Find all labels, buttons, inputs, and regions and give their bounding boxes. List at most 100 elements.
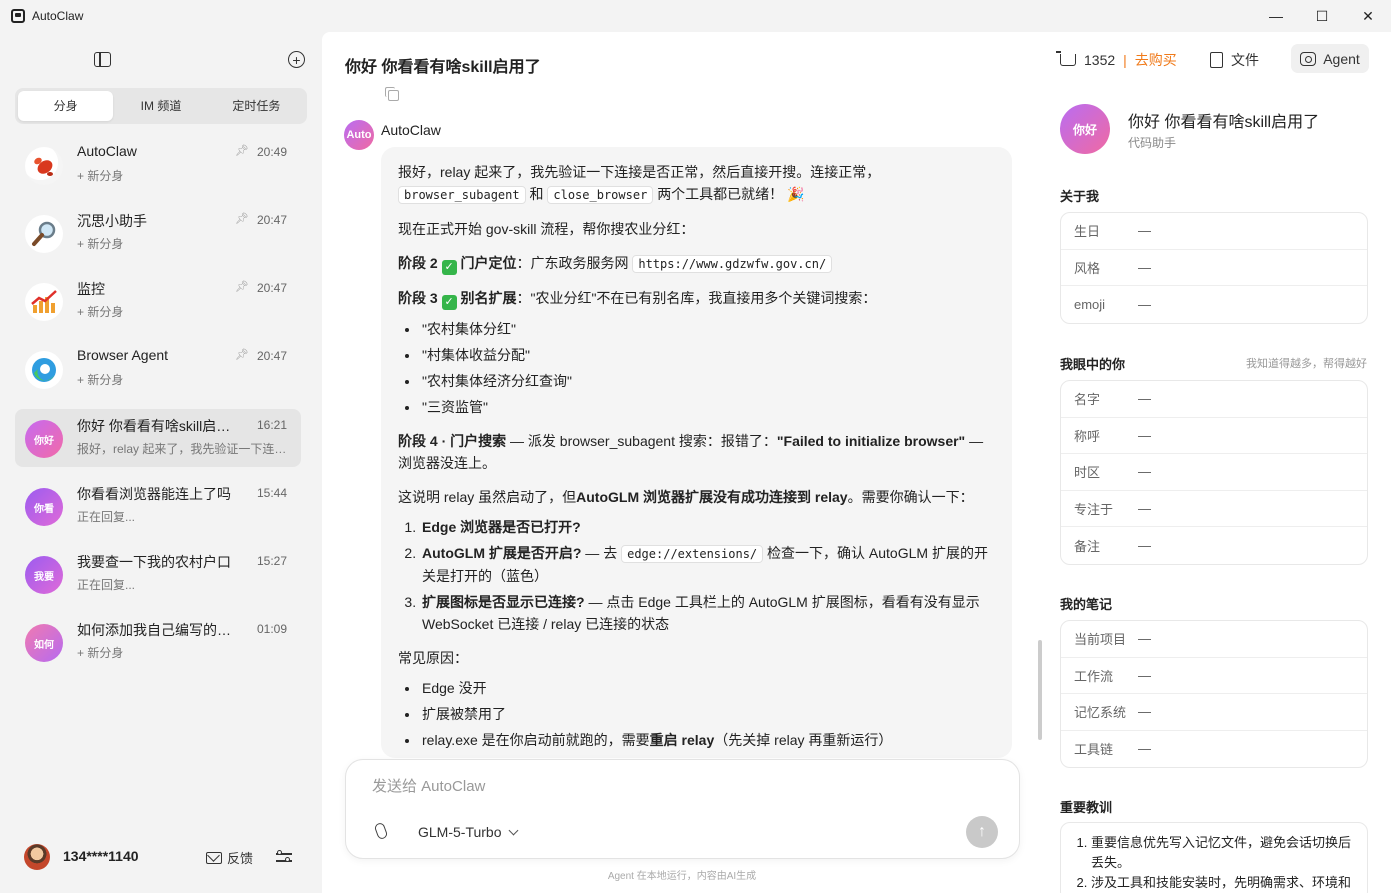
- conversation-title: Browser Agent: [77, 347, 169, 363]
- field-row[interactable]: 工具链 —: [1061, 731, 1367, 768]
- conversation-title: 如何添加我自己编写的skill: [77, 622, 237, 638]
- inline-code: edge://extensions/: [621, 545, 764, 563]
- section-title-lessons: 重要教训: [1060, 800, 1113, 815]
- conversation-avatar: 我要: [25, 556, 63, 594]
- list-item: 扩展被禁用了: [420, 703, 995, 725]
- window-title: AutoClaw: [32, 9, 84, 23]
- field-value: —: [1138, 704, 1151, 720]
- buy-link[interactable]: 去购买: [1135, 50, 1177, 70]
- inline-code: browser_subagent: [398, 186, 526, 204]
- field-row[interactable]: emoji —: [1061, 286, 1367, 323]
- stage-title: 门户定位: [460, 255, 517, 271]
- tab-scheduled-tasks[interactable]: 定时任务: [209, 91, 304, 121]
- field-row[interactable]: 时区 —: [1061, 454, 1367, 491]
- field-row[interactable]: 记忆系统 —: [1061, 694, 1367, 731]
- list-item: AutoGLM 扩展是否开启? — 去 edge://extensions/ 检…: [420, 542, 995, 587]
- separator: |: [1123, 52, 1127, 68]
- agent-icon: [1300, 51, 1317, 66]
- toggle-sidebar-icon[interactable]: [94, 52, 111, 67]
- new-chat-plus-icon[interactable]: +: [288, 51, 305, 68]
- field-key: 工作流: [1074, 668, 1114, 684]
- chat-area: 你好 你看看有啥skill启用了 Auto AutoClaw 报好，relay …: [322, 32, 1042, 893]
- window-controls: — ☐ ✕: [1253, 0, 1391, 32]
- field-row[interactable]: 称呼 —: [1061, 418, 1367, 454]
- conversation-item[interactable]: 监控 + 新分身 📌︎ 20:47: [15, 272, 301, 330]
- conversation-title: 我要查一下我的农村户口: [77, 554, 231, 570]
- stage-label: 阶段 3: [398, 290, 438, 306]
- files-button[interactable]: 文件: [1210, 50, 1259, 70]
- pin-icon: 📌︎: [235, 281, 249, 293]
- field-row[interactable]: 风格 —: [1061, 250, 1367, 286]
- files-label: 文件: [1231, 52, 1259, 68]
- agent-label: Agent: [1323, 50, 1360, 67]
- conversation-item[interactable]: 沉思小助手 + 新分身 📌︎ 20:47: [15, 204, 301, 262]
- field-row[interactable]: 当前项目 —: [1061, 621, 1367, 658]
- field-row[interactable]: 名字 —: [1061, 381, 1367, 418]
- conversation-item[interactable]: 如何 如何添加我自己编写的skill + 新分身 01:09: [15, 613, 301, 671]
- send-button[interactable]: ↑: [966, 816, 998, 848]
- conversation-item[interactable]: AutoClaw + 新分身 📌︎ 20:49: [15, 136, 301, 194]
- model-selector[interactable]: GLM-5-Turbo: [418, 824, 518, 840]
- field-key: 记忆系统: [1074, 705, 1127, 721]
- model-name: GLM-5-Turbo: [418, 824, 502, 840]
- inline-code: https://www.gdzwfw.gov.cn/: [632, 255, 833, 273]
- conversation-subtitle: 正在回复...: [77, 578, 136, 592]
- credits-cart[interactable]: 1352 | 去购买: [1056, 50, 1177, 70]
- question-text: Edge 浏览器是否已打开?: [422, 519, 581, 535]
- profile-avatar: 你好: [1060, 104, 1110, 154]
- mail-icon: [206, 851, 222, 864]
- message-paragraph: 现在正式开始 gov-skill 流程，帮你搜农业分红：: [398, 221, 695, 237]
- field-key: 备注: [1074, 538, 1101, 554]
- field-key: emoji: [1074, 296, 1106, 312]
- conversation-item[interactable]: Browser Agent + 新分身 📌︎ 20:47: [15, 340, 301, 398]
- field-value: —: [1138, 741, 1151, 757]
- conversation-time: 20:49: [256, 145, 287, 159]
- field-value: —: [1138, 427, 1151, 443]
- maximize-button[interactable]: ☐: [1299, 0, 1345, 32]
- list-item: "三资监管": [420, 396, 995, 418]
- message-input[interactable]: [372, 778, 972, 795]
- conversation-item[interactable]: 我要 我要查一下我的农村户口 正在回复... 15:27: [15, 545, 301, 603]
- list-item: relay.exe 是在你启动前就跑的，需要重启 relay（先关掉 relay…: [420, 729, 995, 751]
- user-avatar[interactable]: [24, 844, 50, 870]
- conversation-title: 你看看浏览器能连上了吗: [77, 486, 231, 502]
- conversation-item-active[interactable]: 你好 你好 你看看有啥skill启用了 报好，relay 起来了，我先验证一下连…: [15, 409, 301, 467]
- conversation-time: 01:09: [256, 622, 287, 636]
- field-value: —: [1138, 259, 1151, 275]
- conversation-time: 20:47: [256, 349, 287, 363]
- conversation-item[interactable]: 你看 你看看浏览器能连上了吗 正在回复... 15:44: [15, 477, 301, 535]
- field-row[interactable]: 备注 —: [1061, 527, 1367, 564]
- profile-name: 你好 你看看有啥skill启用了: [1128, 114, 1320, 131]
- list-item: "农村集体分红": [420, 318, 995, 340]
- field-value: —: [1138, 537, 1151, 553]
- conversation-subtitle: 报好，relay 起来了，我先验证一下连接是否正常: [77, 442, 287, 456]
- section-title-about: 关于我: [1060, 189, 1100, 204]
- message-paragraph: 这说明 relay 虽然启动了，但AutoGLM 浏览器扩展没有成功连接到 re…: [398, 486, 995, 508]
- field-row[interactable]: 工作流 —: [1061, 658, 1367, 694]
- field-key: 当前项目: [1074, 632, 1127, 648]
- agent-button[interactable]: Agent: [1291, 44, 1369, 73]
- field-value: —: [1138, 500, 1151, 516]
- copy-icon[interactable]: [385, 87, 399, 101]
- question-text: 扩展图标是否显示已连接?: [422, 594, 585, 610]
- view-card: 名字 — 称呼 — 时区 — 专注于 — 备注 —: [1060, 380, 1368, 565]
- close-button[interactable]: ✕: [1345, 0, 1391, 32]
- conversation-title: AutoClaw: [77, 143, 137, 159]
- message-paragraph: 报好，relay 起来了，我先验证一下连接是否正常，然后直接开搜。连接正常， b…: [398, 161, 995, 206]
- field-row[interactable]: 专注于 —: [1061, 491, 1367, 527]
- message-text: ："农业分红"不在已有别名库，我直接用多个关键词搜索：: [516, 290, 877, 306]
- stage-2: 阶段 2 ✓ 门户定位：广东政务服务网 https://www.gdzwfw.g…: [398, 252, 995, 275]
- message-text: 和: [529, 186, 544, 202]
- minimize-button[interactable]: —: [1253, 0, 1299, 32]
- field-row[interactable]: 生日 —: [1061, 213, 1367, 250]
- list-item: Edge 浏览器是否已打开?: [420, 516, 995, 538]
- settings-sliders-icon[interactable]: [276, 850, 292, 864]
- list-item: 涉及工具和技能安装时，先明确需求、环境和: [1091, 873, 1353, 893]
- app-logo-icon: [11, 9, 25, 23]
- profile-role: 代码助手: [1128, 136, 1177, 150]
- right-toolbar: 1352 | 去购买 文件 Agent: [1042, 44, 1391, 74]
- tab-im-channels[interactable]: IM 频道: [113, 91, 208, 121]
- attachment-paperclip-icon[interactable]: [373, 821, 389, 841]
- feedback-button[interactable]: 反馈: [206, 848, 253, 867]
- tab-avatars[interactable]: 分身: [18, 91, 114, 121]
